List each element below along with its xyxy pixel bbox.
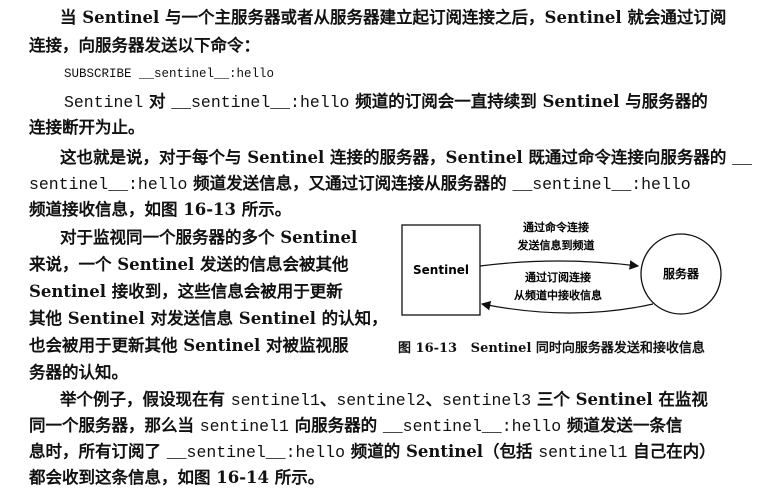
sentinel-box-label: Sentinel (413, 263, 469, 277)
text-run: 都会收到这条信息，如图 16-14 所示。 (29, 468, 325, 487)
inline-code: sentinel__:hello (29, 175, 188, 194)
text-line: Sentinel 对 __sentinel__:hello 频道的订阅会一直持续… (64, 90, 708, 115)
text-line: SUBSCRIBE __sentinel__:hello (64, 62, 274, 86)
server-circle-label: 服务器 (663, 266, 700, 281)
inline-code: __ (732, 149, 752, 168)
text-line: 务器的认知。 (29, 361, 128, 385)
text-line: 息时，所有订阅了 __sentinel__:hello 频道的 Sentinel… (29, 440, 716, 465)
receive-arrow (480, 300, 654, 314)
text-run: 、 (319, 390, 337, 409)
inline-code: __sentinel__:hello (512, 175, 691, 194)
inline-code: sentinel1 (538, 443, 628, 462)
text-line: 当 Sentinel 与一个主服务器或者从服务器建立起订阅连接之后，Sentin… (60, 6, 726, 30)
text-run: 对 (143, 92, 172, 111)
inline-code: sentinel1 (230, 391, 320, 410)
text-run: 务器的认知。 (29, 363, 128, 382)
receive-label-1: 通过订阅连接 (525, 270, 591, 284)
text-run: 连接，向服务器发送以下命令： (29, 36, 260, 55)
text-line: sentinel__:hello 频道发送信息，又通过订阅连接从服务器的 __s… (29, 172, 691, 197)
inline-code: SUBSCRIBE __sentinel__:hello (64, 67, 275, 81)
text-run: 频道的订阅会一直持续到 Sentinel 与服务器的 (349, 92, 708, 111)
text-run: 息时，所有订阅了 (29, 442, 167, 461)
text-line: 其他 Sentinel 对发送信息 Sentinel 的认知， (29, 307, 388, 331)
text-run: 举个例子，假设现在有 (60, 390, 231, 409)
inline-code: __sentinel__:hello (171, 93, 350, 112)
text-line: 都会收到这条信息，如图 16-14 所示。 (29, 466, 324, 490)
text-run: 连接断开为止。 (29, 118, 145, 137)
text-line: Sentinel 接收到，这些信息会被用于更新 (29, 280, 343, 304)
inline-code: sentinel2 (336, 391, 426, 410)
text-line: 连接断开为止。 (29, 116, 145, 140)
send-label-1: 通过命令连接 (523, 220, 589, 234)
inline-code: sentinel1 (199, 417, 289, 436)
text-line: 这也就是说，对于每个与 Sentinel 连接的服务器，Sentinel 既通过… (60, 146, 752, 171)
text-run: 向服务器的 (288, 416, 383, 435)
text-run: 对于监视同一个服务器的多个 Sentinel (60, 228, 358, 247)
text-run: 也会被用于更新其他 Sentinel 对被监视服 (29, 336, 349, 355)
sentinel-server-diagram: Sentinel 服务器 通过命令连接 发送信息到频道 通过订阅连接 从频道中接… (401, 220, 722, 316)
send-label-2: 发送信息到频道 (517, 238, 595, 252)
text-run: 频道发送信息，又通过订阅连接从服务器的 (187, 174, 513, 193)
figure-caption: 图 16-13 Sentinel 同时向服务器发送和接收信息 (398, 341, 705, 356)
text-line: 连接，向服务器发送以下命令： (29, 34, 260, 58)
text-line: 同一个服务器，那么当 sentinel1 向服务器的 __sentinel__:… (29, 414, 682, 439)
text-run: 当 Sentinel 与一个主服务器或者从服务器建立起订阅连接之后，Sentin… (60, 8, 727, 27)
text-line: 来说，一个 Sentinel 发送的信息会被其他 (29, 253, 349, 277)
text-line: 频道接收信息，如图 16-13 所示。 (29, 198, 291, 222)
text-run: Sentinel 接收到，这些信息会被用于更新 (29, 282, 343, 301)
inline-code: __sentinel__:hello (166, 443, 345, 462)
text-line: 对于监视同一个服务器的多个 Sentinel (60, 226, 357, 250)
text-run: 频道发送一条信 (561, 416, 683, 435)
inline-code: Sentinel (64, 93, 144, 112)
text-run: 这也就是说，对于每个与 Sentinel 连接的服务器，Sentinel 既通过… (60, 148, 733, 167)
text-run: 频道接收信息，如图 16-13 所示。 (29, 200, 292, 219)
inline-code: sentinel3 (442, 391, 532, 410)
text-run: 来说，一个 Sentinel 发送的信息会被其他 (29, 255, 349, 274)
text-run: 其他 Sentinel 对发送信息 Sentinel 的认知， (29, 309, 388, 328)
text-run: 频道的 Sentinel（包括 (344, 442, 539, 461)
text-run: 三个 Sentinel 在监视 (531, 390, 708, 409)
send-arrow (479, 260, 640, 270)
text-line: 举个例子，假设现在有 sentinel1、sentinel2、sentinel3… (60, 388, 708, 413)
text-run: 自己在内） (627, 442, 716, 461)
text-run: 同一个服务器，那么当 (29, 416, 200, 435)
text-run: 、 (425, 390, 443, 409)
receive-label-2: 从频道中接收信息 (514, 288, 602, 302)
inline-code: __sentinel__:hello (382, 417, 562, 436)
figure-16-13: Sentinel 服务器 通过命令连接 发送信息到频道 通过订阅连接 从频道中接… (398, 214, 750, 332)
text-line: 也会被用于更新其他 Sentinel 对被监视服 (29, 334, 349, 358)
